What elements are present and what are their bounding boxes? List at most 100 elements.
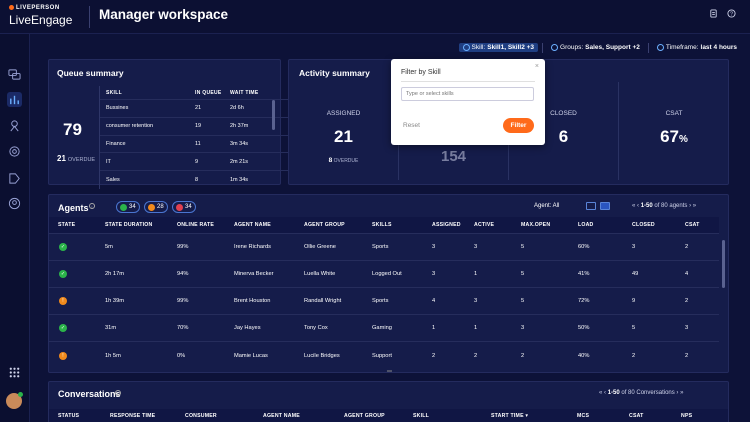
conversations-table-header: STATUS RESPONSE TIME CONSUMER AGENT NAME… [49, 409, 728, 422]
csat: 3 [685, 325, 689, 331]
assigned-overdue: 8 OVERDUE [289, 157, 398, 164]
table-row[interactable]: ! 1h 39m 99% Brent Houston Randall Wrigh… [49, 288, 719, 315]
col-csat[interactable]: CSAT [685, 222, 700, 228]
col-load[interactable]: LOAD [578, 222, 594, 228]
table-row[interactable]: ✓ 31m 70% Jay Hayes Tony Cox Gaming 1 1 … [49, 315, 719, 342]
grid-view-icon[interactable] [600, 202, 610, 210]
col-csat[interactable]: CSAT [629, 413, 644, 419]
col-state-duration[interactable]: STATE DURATION [105, 222, 152, 228]
col-agent-group[interactable]: AGENT GROUP [304, 222, 345, 228]
queue-wait: 1m 34s [230, 177, 249, 184]
active-count: 3 [474, 298, 478, 304]
timeframe-filter-chip[interactable]: Timeframe: last 4 hours [653, 43, 741, 52]
help-icon[interactable]: ? [726, 9, 737, 20]
agent-skill: Sports [372, 244, 389, 250]
agent-group: Lucile Bridges [304, 352, 340, 359]
groups-filter-chip[interactable]: Groups: Sales, Support +2 [547, 43, 644, 52]
tags-nav-icon[interactable] [7, 171, 22, 186]
col-max-open[interactable]: MAX.OPEN [521, 222, 550, 228]
queue-scrollbar[interactable] [272, 100, 275, 130]
sidebar [0, 34, 30, 422]
online-agents-pill[interactable]: 34 [116, 201, 140, 213]
queue-header-skill[interactable]: SKILL [100, 90, 195, 96]
online-status-icon: ✓ [59, 270, 67, 278]
agents-card: Agents i 34 28 34 Agent: All « ‹ 1-50 of… [48, 194, 729, 375]
table-row[interactable]: ! 1h 5m 0% Mamie Lucas Lucile Bridges Su… [49, 342, 719, 369]
agent-group: Luella White [304, 271, 336, 277]
col-consumer[interactable]: CONSUMER [185, 413, 217, 419]
col-online-rate[interactable]: ONLINE RATE [177, 222, 214, 228]
col-skills[interactable]: SKILLS [372, 222, 392, 228]
agent-name[interactable]: Brent Houston [234, 298, 270, 304]
skill-filter-popup: Filter by Skill × Reset Filter [391, 59, 545, 145]
col-nps[interactable]: NPS [681, 413, 692, 419]
online-rate: 99% [177, 298, 189, 304]
col-assigned[interactable]: ASSIGNED [432, 222, 461, 228]
next-page-icon[interactable]: › [689, 203, 691, 209]
table-row[interactable]: ✓ 2h 17m 94% Minerva Becker Luella White… [49, 261, 719, 288]
col-agent-name[interactable]: AGENT NAME [263, 413, 300, 419]
conversations-pager: « ‹ 1-50 of 80 Conversations › » [599, 390, 683, 396]
apps-grid-icon[interactable] [7, 365, 22, 380]
last-page-icon[interactable]: » [693, 203, 696, 209]
queue-count: 9 [195, 158, 199, 165]
busy-agents-pill[interactable]: 34 [172, 201, 196, 213]
agents-title: Agents [58, 203, 89, 213]
reset-button[interactable]: Reset [403, 122, 420, 129]
col-response-time[interactable]: RESPONSE TIME [110, 413, 155, 419]
brand-small-text: LIVEPERSON [16, 5, 60, 12]
away-agents-pill[interactable]: 28 [144, 201, 168, 213]
col-skill[interactable]: SKILL [413, 413, 429, 419]
table-row[interactable]: ✓ 5m 99% Irene Richards Ollie Greene Spo… [49, 234, 719, 261]
col-state[interactable]: STATE [58, 222, 75, 228]
filter-button[interactable]: Filter [503, 118, 534, 133]
online-count: 34 [129, 204, 136, 210]
info-icon[interactable]: i [89, 203, 95, 209]
analytics-nav-icon[interactable] [7, 92, 22, 107]
agent-name[interactable]: Mamie Lucas [234, 353, 268, 359]
conversations-nav-icon[interactable] [7, 67, 22, 82]
away-status-icon: ! [59, 351, 67, 360]
resize-handle-icon[interactable]: ═ [387, 368, 392, 375]
prev-page-icon[interactable]: ‹ [637, 203, 639, 209]
skill-filter-chip[interactable]: Skill: Skill1, Skill2 +3 [458, 43, 539, 52]
campaigns-nav-icon[interactable] [7, 144, 22, 159]
last-page-icon[interactable]: » [680, 390, 683, 396]
col-mcs[interactable]: MCS [577, 413, 589, 419]
queue-header-wait-time[interactable]: WAIT TIME [230, 90, 280, 96]
queue-skill: Bussines [106, 105, 129, 112]
agents-scrollbar[interactable] [722, 240, 725, 288]
online-status-icon [120, 203, 127, 211]
list-view-icon[interactable] [586, 202, 596, 210]
first-page-icon[interactable]: « [632, 203, 635, 209]
agent-skill: Logged Out [372, 271, 402, 277]
avatar[interactable] [6, 392, 23, 409]
agent-name[interactable]: Irene Richards [234, 244, 271, 250]
queue-wait: 2m 21s [230, 158, 249, 165]
queue-header-in-queue[interactable]: IN QUEUE [195, 90, 230, 96]
queue-overdue-count: 21 [57, 154, 66, 163]
col-status[interactable]: STATUS [58, 413, 79, 419]
prev-page-icon[interactable]: ‹ [604, 390, 606, 396]
online-rate: 94% [177, 271, 189, 277]
col-start-time[interactable]: START TIME ▾ [491, 413, 528, 419]
online-rate: 70% [177, 325, 189, 331]
info-icon[interactable]: i [115, 390, 121, 396]
agent-nav-icon[interactable] [7, 118, 22, 133]
clock-icon [656, 44, 664, 51]
notifications-icon[interactable] [708, 9, 719, 20]
col-active[interactable]: ACTIVE [474, 222, 494, 228]
brand-logo[interactable]: LiveEngage [9, 13, 72, 27]
col-agent-name[interactable]: AGENT NAME [234, 222, 271, 228]
col-agent-group[interactable]: AGENT GROUP [344, 413, 385, 419]
skill-search-input[interactable] [401, 87, 534, 101]
agent-filter[interactable]: Agent: All [534, 203, 559, 209]
close-icon[interactable]: × [535, 63, 539, 70]
first-page-icon[interactable]: « [599, 390, 602, 396]
agent-name[interactable]: Minerva Becker [234, 271, 274, 277]
col-closed[interactable]: CLOSED [632, 222, 655, 228]
max-open: 3 [521, 325, 525, 331]
agent-name[interactable]: Jay Hayes [234, 325, 261, 331]
users-nav-icon[interactable] [7, 196, 22, 211]
next-page-icon[interactable]: › [676, 390, 678, 396]
